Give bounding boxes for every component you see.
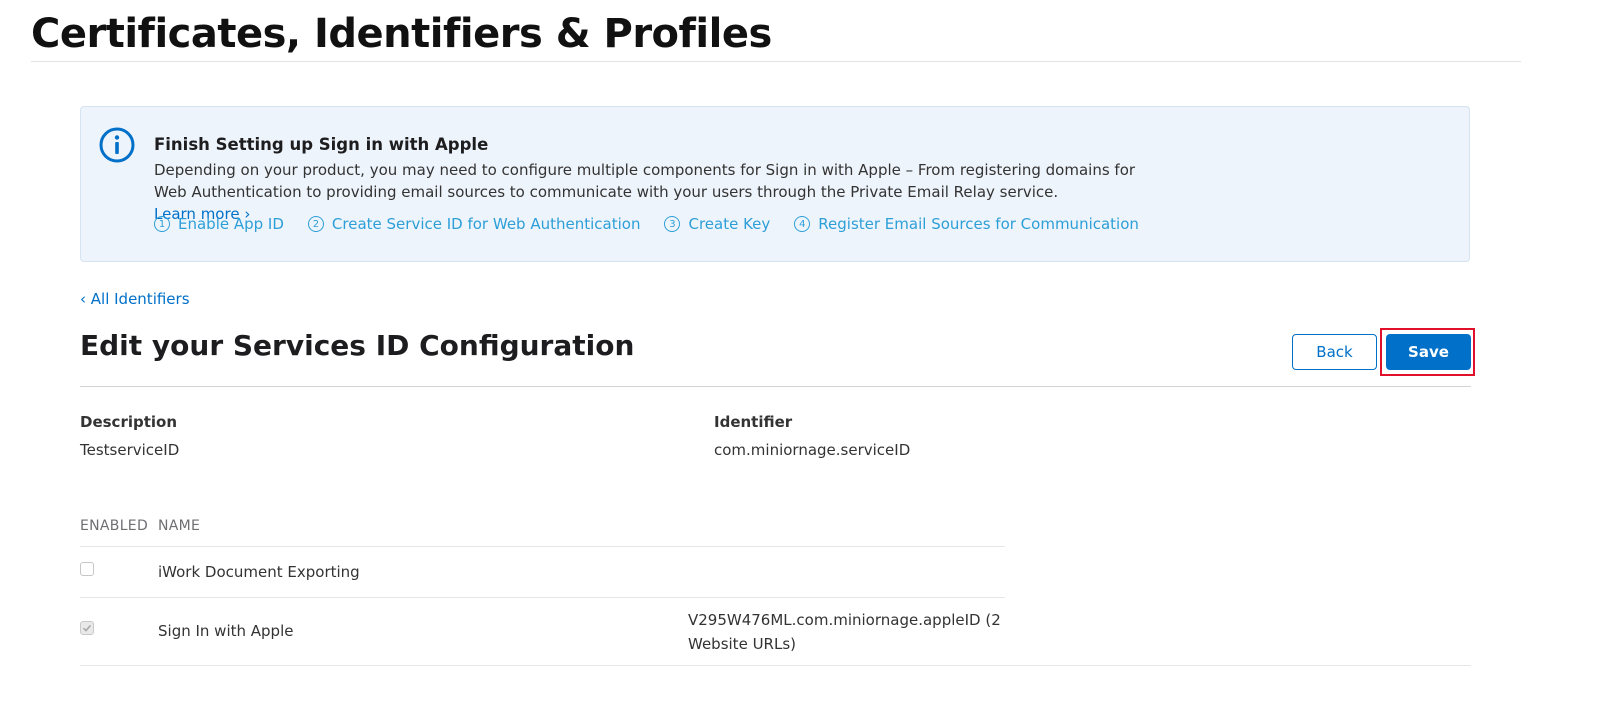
capability-configuration: V295W476ML.com.miniornage.appleID (2 Web… (688, 611, 1001, 653)
row-divider (80, 597, 1005, 598)
title-divider (31, 61, 1521, 62)
column-header-name: NAME (158, 518, 201, 534)
step-enable-app-id[interactable]: 1 Enable App ID (154, 215, 284, 233)
step-number: 4 (794, 216, 811, 232)
capability-name: iWork Document Exporting (158, 563, 360, 581)
step-label: Create Service ID for Web Authentication (331, 215, 641, 233)
section-title: Edit your Services ID Configuration (80, 329, 635, 362)
step-number: 1 (154, 216, 170, 232)
step-create-service-id[interactable]: 2 Create Service ID for Web Authenticati… (307, 215, 641, 233)
banner-title: Finish Setting up Sign in with Apple (154, 135, 489, 154)
setup-steps: 1 Enable App ID 2 Create Service ID for … (154, 215, 1139, 233)
row-divider (80, 665, 1471, 666)
column-header-enabled: ENABLED (80, 518, 149, 534)
section-divider (80, 386, 1471, 387)
identifier-value: com.miniornage.serviceID (714, 441, 911, 459)
description-value: TestserviceID (80, 441, 180, 459)
step-label: Create Key (688, 215, 771, 233)
identifier-label: Identifier (714, 413, 793, 431)
row-divider (80, 546, 1005, 547)
back-button[interactable]: Back (1292, 334, 1377, 370)
all-identifiers-link[interactable]: ‹ All Identifiers (80, 290, 190, 308)
step-number: 2 (307, 216, 324, 232)
save-button[interactable]: Save (1386, 334, 1471, 370)
step-create-key[interactable]: 3 Create Key (664, 215, 770, 233)
description-label: Description (80, 413, 178, 431)
checkmark-icon (82, 624, 92, 632)
capability-name: Sign In with Apple (158, 622, 294, 640)
step-number: 3 (664, 216, 681, 232)
step-label: Enable App ID (178, 215, 284, 233)
capability-checkbox-sign-in-with-apple[interactable] (80, 621, 94, 635)
banner-text: Depending on your product, you may need … (154, 161, 1136, 201)
page-title: Certificates, Identifiers & Profiles (31, 11, 772, 57)
step-label: Register Email Sources for Communication (818, 215, 1139, 233)
capability-checkbox-iwork[interactable] (80, 562, 94, 576)
step-register-email-sources[interactable]: 4 Register Email Sources for Communicati… (794, 215, 1139, 233)
info-banner: Finish Setting up Sign in with Apple Dep… (80, 106, 1470, 262)
info-icon (99, 127, 135, 163)
